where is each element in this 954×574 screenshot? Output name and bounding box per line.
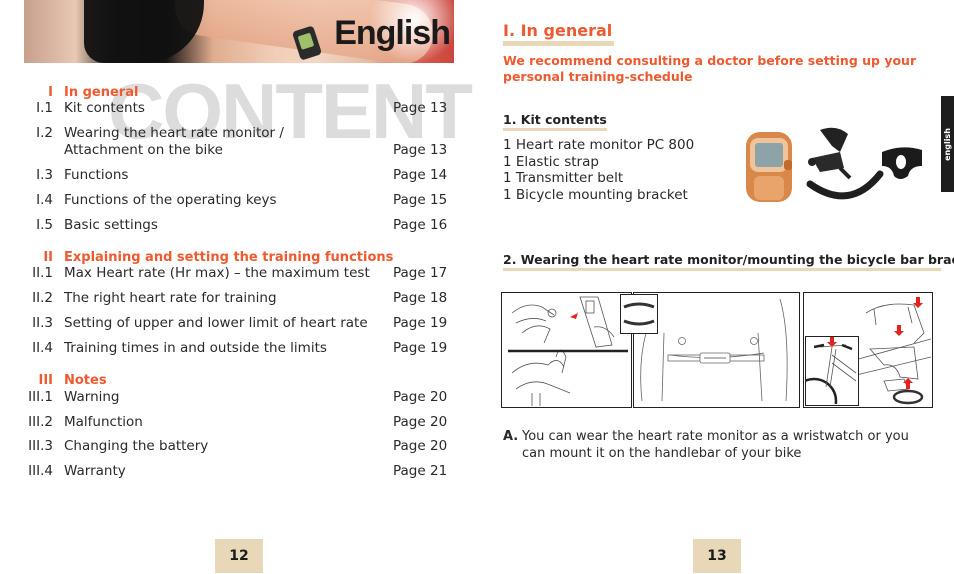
page-number-right: 13	[693, 539, 741, 573]
left-page: English CONTENT I In general I.1 Kit con…	[0, 0, 477, 574]
page-number-left: 12	[215, 539, 263, 573]
list-item: 1 Elastic strap	[503, 153, 599, 170]
transmitter-belt-icon	[806, 170, 884, 200]
kit-contents-image	[746, 127, 922, 202]
banner-photo: English	[24, 0, 454, 63]
instruction-text: You can wear the heart rate monitor as a…	[522, 429, 909, 461]
right-page: I. In general We recommend consulting a …	[477, 0, 954, 574]
wearing-heading: 2. Wearing the heart rate monitor/mounti…	[503, 252, 954, 271]
section-heading: I. In general	[503, 22, 615, 46]
bicycle-inset-illustration	[790, 336, 859, 425]
arrow-icon	[570, 313, 578, 319]
language-side-tab: english	[941, 96, 954, 192]
heart-rate-monitor-icon	[746, 132, 792, 202]
arrow-down-icon	[894, 325, 904, 336]
banner-title: English	[334, 14, 451, 52]
red-arrows	[894, 297, 923, 389]
bicycle-bracket-icon	[882, 147, 922, 179]
list-item: 1 Bicycle mounting bracket	[503, 186, 688, 203]
o-ring-icon	[892, 389, 924, 405]
strap-inset-image	[620, 294, 658, 334]
elastic-strap-icon	[808, 127, 852, 180]
list-item: 1 Heart rate monitor PC 800	[503, 137, 695, 153]
instruction-a: A. You can wear the heart rate monitor a…	[503, 429, 923, 462]
kit-contents-heading: 1. Kit contents	[503, 112, 607, 131]
strap-attachment-illustration	[501, 292, 632, 408]
kit-contents-list: 1 Heart rate monitor PC 800 1 Elastic st…	[503, 137, 694, 203]
bike-bracket-illustration	[790, 292, 933, 425]
instruction-label: A.	[503, 429, 519, 444]
chest-belt-illustration	[633, 292, 800, 408]
doctor-warning: We recommend consulting a doctor before …	[503, 53, 917, 84]
list-item: 1 Transmitter belt	[503, 170, 624, 186]
